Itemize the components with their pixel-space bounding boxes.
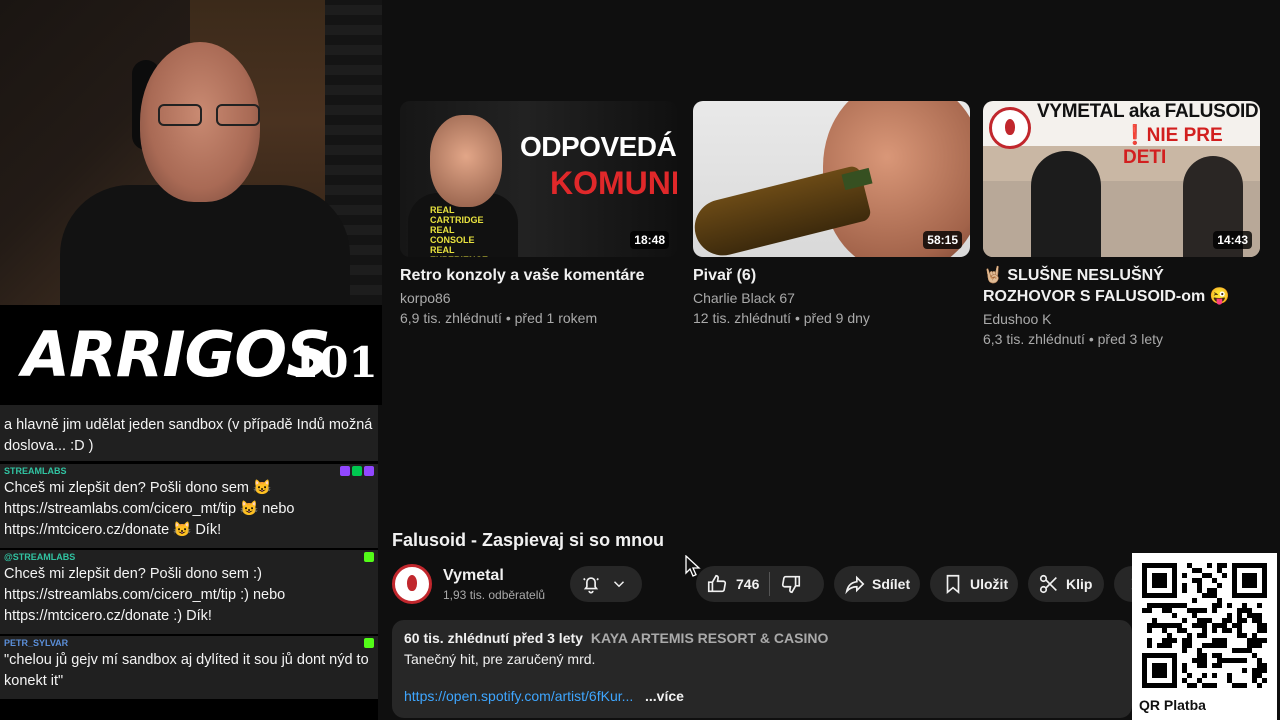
subscription-bell-button[interactable] xyxy=(570,566,642,602)
like-icon[interactable] xyxy=(706,573,728,595)
chat-username: PETR_SYLVAR xyxy=(4,638,69,648)
chat-message: STREAMLABS Chceš mi zlepšit den? Pošli d… xyxy=(0,464,378,548)
chat-badges xyxy=(364,552,374,562)
webcam-feed xyxy=(0,0,382,305)
video-duration: 18:48 xyxy=(630,231,669,249)
recommended-video-card[interactable]: VYMETAL aka FALUSOID ❗NIE PRE DETI 14:43… xyxy=(983,101,1260,349)
recommended-video-card[interactable]: REAL CARTRIDGE REAL CONSOLE REAL EXPERIE… xyxy=(400,101,677,328)
video-meta: 6,3 tis. zhlédnutí • před 3 lety xyxy=(983,331,1164,347)
share-icon xyxy=(845,575,865,595)
description-link[interactable]: https://open.spotify.com/artist/6fKur... xyxy=(404,688,633,704)
kick-badge-icon xyxy=(364,638,374,648)
bookmark-icon xyxy=(946,574,960,595)
video-title[interactable]: Retro konzoly a vaše komentáre xyxy=(400,265,677,286)
save-label: Uložit xyxy=(970,576,1009,592)
glasses xyxy=(158,104,266,128)
views-and-date: 60 tis. zhlédnutí před 3 lety xyxy=(404,630,583,646)
dislike-icon[interactable] xyxy=(780,573,802,595)
channel-name[interactable]: Vymetal xyxy=(443,567,504,585)
chat-badges xyxy=(340,466,374,476)
video-meta: 12 tis. zhlédnutí • před 9 dny xyxy=(693,310,870,326)
thumbnail-person xyxy=(1031,151,1101,257)
badge-icon xyxy=(364,466,374,476)
chat-username: @STREAMLABS xyxy=(4,552,76,562)
qr-label: QR Platba xyxy=(1139,697,1206,713)
channel-avatar[interactable] xyxy=(392,564,432,604)
video-channel[interactable]: Charlie Black 67 xyxy=(693,289,970,308)
bell-icon xyxy=(583,577,599,594)
video-thumbnail[interactable]: VYMETAL aka FALUSOID ❗NIE PRE DETI 14:43 xyxy=(983,101,1260,257)
video-watch-title: Falusoid - Zaspievaj si so mnou xyxy=(392,530,665,550)
description-text: Tanečný hit, pre zaručený mrd. xyxy=(404,651,596,667)
thumbnail-caption: ❗NIE PRE DETI xyxy=(1123,125,1223,168)
video-meta: 6,9 tis. zhlédnutí • před 1 rokem xyxy=(400,310,598,326)
video-title[interactable]: Pivař (6) xyxy=(693,265,970,286)
chat-message: a hlavně jim udělat jeden sandbox (v pří… xyxy=(0,405,378,461)
thumbnail-caption: KOMUNITE xyxy=(550,165,677,201)
clip-label: Klip xyxy=(1066,576,1093,592)
video-thumbnail[interactable]: 58:15 xyxy=(693,101,970,257)
qr-payment-panel: QR Platba xyxy=(1132,553,1277,720)
badge-icon xyxy=(340,466,350,476)
thumbnail-shirt-text: REAL CARTRIDGE REAL CONSOLE REAL EXPERIE… xyxy=(430,205,488,257)
like-dislike-group: 746 xyxy=(696,566,824,602)
chat-badges xyxy=(364,638,374,648)
badge-icon xyxy=(352,466,362,476)
recommended-video-card[interactable]: 58:15 Pivař (6) Charlie Black 67 12 tis.… xyxy=(693,101,970,328)
chat-username: STREAMLABS xyxy=(4,466,67,476)
chat-message-text: "chelou jů gejv mí sandbox aj dylíted it… xyxy=(4,652,369,689)
qr-code-icon xyxy=(1142,563,1267,688)
video-description[interactable]: 60 tis. zhlédnutí před 3 lety KAYA ARTEM… xyxy=(392,620,1132,718)
clip-button[interactable]: Klip xyxy=(1028,566,1104,602)
video-title[interactable]: 🤘🏼 SLUŠNE NESLUŠNÝ ROZHOVOR S FALUSOID-o… xyxy=(983,265,1260,307)
channel-logo-icon xyxy=(989,107,1031,149)
chat-message-text: Chceš mi zlepšit den? Pošli dono sem :) … xyxy=(4,566,286,624)
chat-message: PETR_SYLVAR "chelou jů gejv mí sandbox a… xyxy=(0,636,378,699)
description-meta: 60 tis. zhlédnutí před 3 lety KAYA ARTEM… xyxy=(404,630,1120,646)
video-duration: 58:15 xyxy=(923,231,962,249)
like-divider xyxy=(769,572,771,596)
location-tag[interactable]: KAYA ARTEMIS RESORT & CASINO xyxy=(591,630,829,646)
thumbnail-caption: ODPOVEDÁME xyxy=(520,131,677,162)
mouse-cursor-icon xyxy=(685,555,701,577)
stream-chat: a hlavně jim udělat jeden sandbox (v pří… xyxy=(0,405,378,720)
video-channel[interactable]: Edushoo K xyxy=(983,310,1260,329)
share-label: Sdílet xyxy=(872,576,911,592)
chat-message-text: Chceš mi zlepšit den? Pošli dono sem 😺 h… xyxy=(4,480,295,538)
description-more-button[interactable]: ...více xyxy=(645,688,684,704)
chevron-down-icon xyxy=(613,581,625,588)
save-button[interactable]: Uložit xyxy=(930,566,1018,602)
stream-brand-logo: ARRIGOS xyxy=(22,318,331,391)
chat-message-text: a hlavně jim udělat jeden sandbox (v pří… xyxy=(4,417,373,454)
stream-brand-number: 101 xyxy=(290,338,378,387)
thumbnail-face xyxy=(430,115,502,207)
video-thumbnail[interactable]: REAL CARTRIDGE REAL CONSOLE REAL EXPERIE… xyxy=(400,101,677,257)
like-count[interactable]: 746 xyxy=(736,576,759,592)
streamer-body xyxy=(60,185,350,305)
chat-message: @STREAMLABS Chceš mi zlepšit den? Pošli … xyxy=(0,550,378,634)
video-channel[interactable]: korpo86 xyxy=(400,289,677,308)
share-button[interactable]: Sdílet xyxy=(834,566,920,602)
subscriber-count: 1,93 tis. odběratelů xyxy=(443,588,546,602)
scissors-icon xyxy=(1039,574,1057,594)
thumbnail-caption: VYMETAL aka FALUSOID xyxy=(1037,101,1259,122)
kick-badge-icon xyxy=(364,552,374,562)
video-duration: 14:43 xyxy=(1213,231,1252,249)
